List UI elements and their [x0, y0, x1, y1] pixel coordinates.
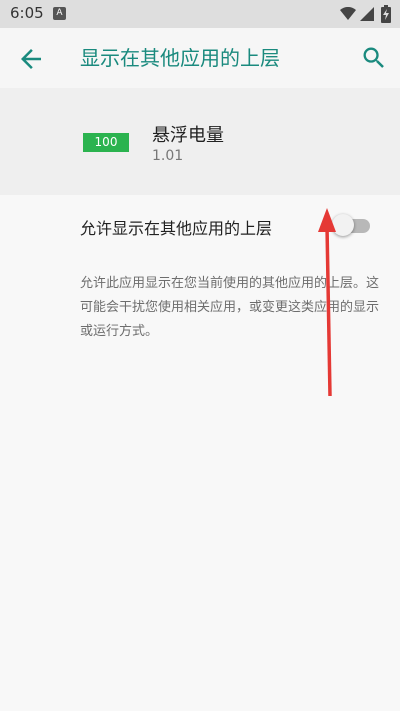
search-button[interactable]: [360, 44, 388, 72]
app-name: 悬浮电量: [152, 125, 224, 146]
signal-icon: [360, 7, 374, 21]
app-bar: 显示在其他应用的上层: [0, 28, 400, 88]
notification-icon: A: [53, 7, 66, 20]
page-title: 显示在其他应用的上层: [80, 46, 280, 70]
screen: 6:05 A 显示在其他应用的上层 100 悬浮电量 1.01 允许显示在其他应…: [0, 0, 400, 711]
search-icon: [363, 47, 384, 68]
back-button[interactable]: [16, 44, 46, 74]
status-time: 6:05: [10, 4, 44, 22]
status-bar: 6:05 A: [0, 0, 400, 28]
app-header: 100 悬浮电量 1.01: [0, 88, 400, 195]
wifi-icon: [340, 7, 356, 20]
red-arrow-annotation: [318, 208, 336, 397]
app-icon: 100: [83, 133, 129, 152]
arrow-back-icon: [21, 49, 41, 69]
battery-charging-icon: [381, 5, 391, 23]
app-version: 1.01: [152, 148, 184, 164]
overlay-permission-label: 允许显示在其他应用的上层: [80, 219, 273, 238]
